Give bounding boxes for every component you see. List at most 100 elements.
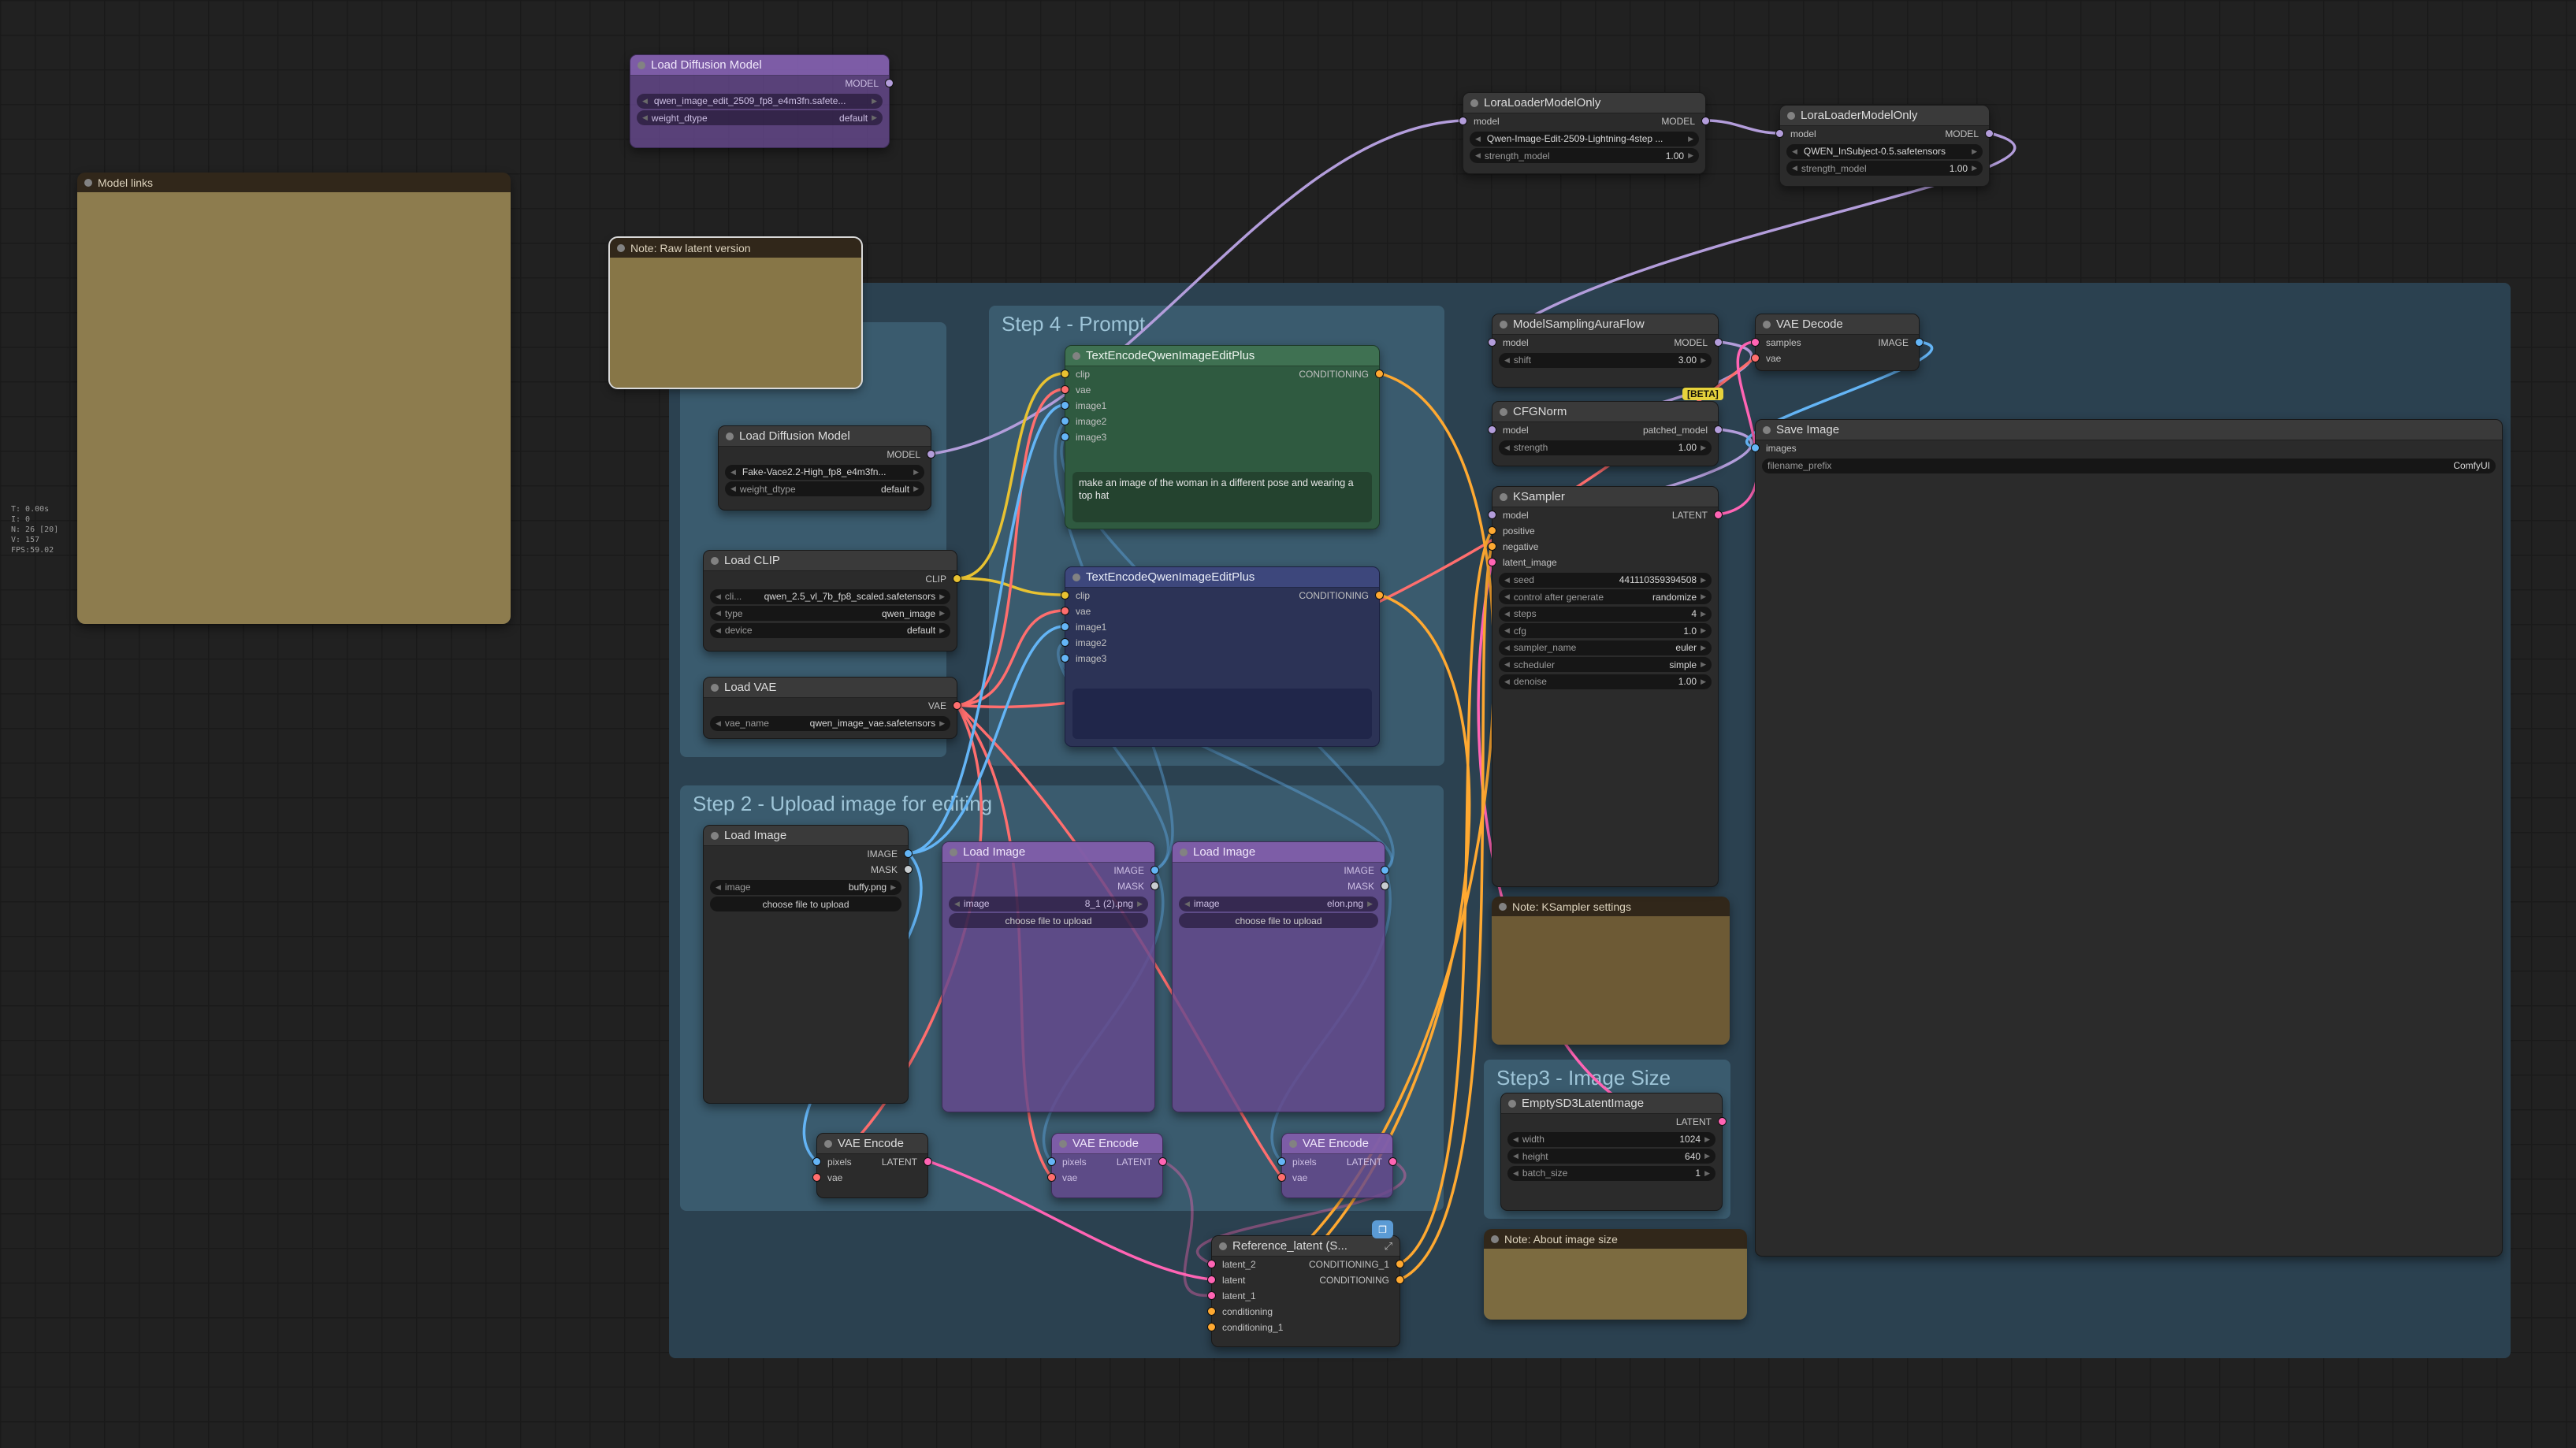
collapse-dot[interactable] [617,244,625,252]
node-cfg-norm[interactable]: CFGNorm modelpatched_model ◀strength1.00… [1492,401,1719,466]
input-latent-2-port[interactable] [1207,1260,1216,1268]
output-latent-port[interactable] [1718,1117,1727,1126]
input-image3-port[interactable] [1061,654,1069,663]
input-latent-1-port[interactable] [1207,1291,1216,1300]
input-clip-port[interactable] [1061,369,1069,378]
output-model-port[interactable] [885,79,894,87]
collapse-dot[interactable] [1059,1140,1067,1148]
note-ksampler-settings[interactable]: Note: KSampler settings [1492,897,1730,1045]
node-load-image-2-bypassed[interactable]: Load Image IMAGE MASK ◀image8_1 (2).png▶… [942,841,1155,1112]
prompt-textarea[interactable]: make an image of the woman in a differen… [1072,472,1372,522]
note-raw-latent-version[interactable]: Note: Raw latent version [610,238,861,388]
widget-sampler-name[interactable]: ◀sampler_nameeuler▶ [1499,640,1712,655]
node-graph-canvas[interactable]: Step 4 - Prompt Step 2 - Upload image fo… [0,0,2576,1448]
choose-file-button[interactable]: choose file to upload [1179,913,1378,928]
node-text-encode-negative[interactable]: TextEncodeQwenImageEditPlus clipCONDITIO… [1065,566,1380,747]
collapse-dot[interactable] [1289,1140,1297,1148]
widget-seed[interactable]: ◀seed441110359394508▶ [1499,573,1712,588]
input-conditioning-1-port[interactable] [1207,1323,1216,1331]
node-lora-loader-1[interactable]: LoraLoaderModelOnly modelMODEL ◀Qwen-Ima… [1463,92,1706,174]
input-image1-port[interactable] [1061,622,1069,631]
widget-lora-name[interactable]: ◀Qwen-Image-Edit-2509-Lightning-4step ..… [1470,132,1699,147]
collapse-dot[interactable] [1763,321,1771,329]
input-vae-port[interactable] [1751,354,1760,362]
collapse-dot[interactable] [1491,1235,1499,1243]
widget-scheduler[interactable]: ◀schedulersimple▶ [1499,657,1712,672]
input-vae-port[interactable] [1047,1173,1056,1182]
node-text-encode-positive[interactable]: TextEncodeQwenImageEditPlus clipCONDITIO… [1065,345,1380,529]
widget-weight-dtype[interactable]: ◀weight_dtypedefault▶ [725,481,924,496]
widget-image-file[interactable]: ◀image8_1 (2).png▶ [949,897,1148,911]
widget-width[interactable]: ◀width1024▶ [1507,1132,1715,1147]
input-vae-port[interactable] [1277,1173,1286,1182]
output-mask-port[interactable] [904,865,913,874]
input-vae-port[interactable] [1061,385,1069,394]
output-conditioning-port[interactable] [1375,591,1384,600]
collapse-dot[interactable] [711,832,719,840]
output-latent-port[interactable] [1388,1157,1397,1166]
node-vae-encode-2-bypassed[interactable]: VAE Encode pixelsLATENT vae [1051,1133,1163,1198]
input-image2-port[interactable] [1061,638,1069,647]
widget-image-file[interactable]: ◀imageelon.png▶ [1179,897,1378,911]
output-mask-port[interactable] [1150,882,1159,890]
note-about-image-size[interactable]: Note: About image size [1484,1229,1747,1320]
node-load-diffusion-model-bypassed[interactable]: Load Diffusion Model MODEL ◀qwen_image_e… [630,54,890,148]
widget-strength-model[interactable]: ◀strength_model1.00▶ [1786,161,1983,176]
collapse-dot[interactable] [726,433,734,440]
output-mask-port[interactable] [1381,882,1389,890]
collapse-dot[interactable] [1180,848,1188,856]
input-latent-port[interactable] [1207,1275,1216,1284]
collapse-dot[interactable] [637,61,645,69]
widget-strength[interactable]: ◀strength1.00▶ [1499,440,1712,455]
widget-unet-name[interactable]: ◀qwen_image_edit_2509_fp8_e4m3fn.safete.… [637,94,883,109]
widget-height[interactable]: ◀height640▶ [1507,1149,1715,1164]
collapse-dot[interactable] [1500,321,1507,329]
widget-clip-name[interactable]: ◀cli...qwen_2.5_vl_7b_fp8_scaled.safeten… [710,589,950,604]
widget-unet-name[interactable]: ◀Fake-Vace2.2-High_fp8_e4m3fn...▶ [725,465,924,480]
output-image-port[interactable] [1381,866,1389,874]
output-model-port[interactable] [1985,129,1994,138]
output-image-port[interactable] [1915,338,1924,347]
open-subgraph-icon[interactable]: ⤢ [1385,1240,1392,1253]
node-lora-loader-2[interactable]: LoraLoaderModelOnly modelMODEL ◀QWEN_InS… [1779,105,1990,187]
node-load-image-1[interactable]: Load Image IMAGE MASK ◀imagebuffy.png▶ c… [703,825,909,1104]
node-model-sampling-auraflow[interactable]: ModelSamplingAuraFlow modelMODEL ◀shift3… [1492,314,1719,388]
node-ksampler[interactable]: KSampler modelLATENT positive negative l… [1492,486,1719,887]
input-images-port[interactable] [1751,444,1760,452]
collapse-dot[interactable] [950,848,957,856]
node-empty-sd3-latent-image[interactable]: EmptySD3LatentImage LATENT ◀width1024▶ ◀… [1500,1093,1723,1211]
collapse-dot[interactable] [1072,574,1080,581]
output-conditioning-port[interactable] [1375,369,1384,378]
input-image1-port[interactable] [1061,401,1069,410]
note-model-links[interactable]: Model links [77,173,511,624]
collapse-dot[interactable] [1763,426,1771,434]
collapse-dot[interactable] [824,1140,832,1148]
node-load-clip[interactable]: Load CLIP CLIP ◀cli...qwen_2.5_vl_7b_fp8… [703,550,957,652]
widget-weight-dtype[interactable]: ◀weight_dtypedefault▶ [637,110,883,125]
widget-vae-name[interactable]: ◀vae_nameqwen_image_vae.safetensors▶ [710,716,950,731]
input-model-port[interactable] [1488,338,1496,347]
collapse-dot[interactable] [1508,1100,1516,1108]
choose-file-button[interactable]: choose file to upload [949,913,1148,928]
input-latent-image-port[interactable] [1488,558,1496,566]
collapse-dot[interactable] [1787,112,1795,120]
input-model-port[interactable] [1488,425,1496,434]
widget-steps[interactable]: ◀steps4▶ [1499,607,1712,622]
input-vae-port[interactable] [812,1173,821,1182]
widget-shift[interactable]: ◀shift3.00▶ [1499,353,1712,368]
output-vae-port[interactable] [953,701,961,710]
input-vae-port[interactable] [1061,607,1069,615]
collapse-dot[interactable] [1500,493,1507,501]
input-model-port[interactable] [1775,129,1784,138]
widget-lora-name[interactable]: ◀QWEN_InSubject-0.5.safetensors▶ [1786,144,1983,159]
node-load-diffusion-model[interactable]: Load Diffusion Model MODEL ◀Fake-Vace2.2… [718,425,931,511]
output-model-port[interactable] [927,450,935,459]
output-latent-port[interactable] [924,1157,932,1166]
widget-image-file[interactable]: ◀imagebuffy.png▶ [710,880,901,895]
node-vae-decode[interactable]: VAE Decode samplesIMAGE vae [1755,314,1920,371]
collapse-dot[interactable] [1470,99,1478,107]
node-load-image-3-bypassed[interactable]: Load Image IMAGE MASK ◀imageelon.png▶ ch… [1172,841,1385,1112]
widget-device[interactable]: ◀devicedefault▶ [710,623,950,638]
output-clip-port[interactable] [953,574,961,583]
input-pixels-port[interactable] [1047,1157,1056,1166]
